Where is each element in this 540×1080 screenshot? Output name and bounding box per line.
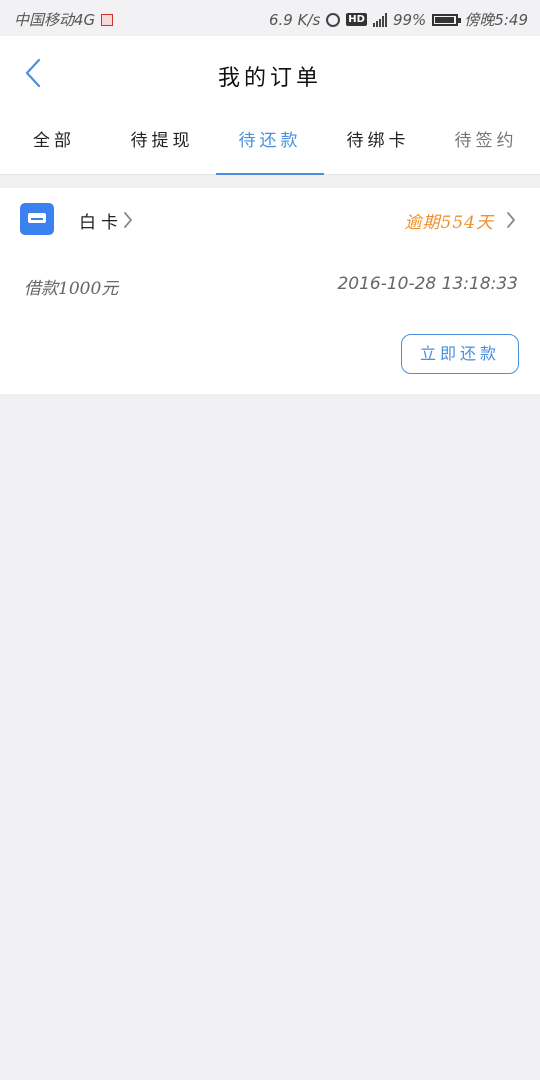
hd-badge: HD bbox=[346, 13, 367, 26]
clock: 傍晚5:49 bbox=[464, 11, 528, 29]
carrier-label: 中国移动4G bbox=[14, 11, 96, 29]
alarm-icon bbox=[326, 12, 341, 27]
order-datetime: 2016-10-28 13:18:33 bbox=[337, 274, 518, 294]
status-bar: 中国移动4G 6.9 K/s HD 99% 傍晚5:49 bbox=[0, 0, 540, 36]
repay-now-button[interactable]: 立即还款 bbox=[401, 334, 519, 374]
signal-icon bbox=[372, 12, 387, 27]
tab-pending-sign[interactable]: 待签约 bbox=[432, 110, 540, 174]
battery-percent: 99% bbox=[392, 10, 427, 29]
chevron-right-icon bbox=[507, 212, 515, 228]
product-name: 白卡 bbox=[79, 213, 123, 233]
network-speed: 6.9 K/s bbox=[268, 10, 321, 29]
tab-pending-withdraw[interactable]: 待提现 bbox=[108, 110, 216, 174]
credit-card-icon bbox=[20, 203, 54, 235]
order-card[interactable]: 白卡 逾期554天 借款1000元 2016-10-28 13:18:33 立即… bbox=[0, 188, 540, 394]
tab-pending-repay[interactable]: 待还款 bbox=[216, 110, 324, 175]
app-header: 我的订单 bbox=[0, 36, 540, 110]
chevron-right-icon bbox=[124, 212, 132, 228]
sms-notification-icon bbox=[101, 13, 114, 26]
order-status-tabs: 全部 待提现 待还款 待绑卡 待签约 bbox=[0, 110, 540, 175]
page-title: 我的订单 bbox=[217, 66, 322, 91]
tab-pending-bind-card[interactable]: 待绑卡 bbox=[324, 110, 432, 174]
tab-all[interactable]: 全部 bbox=[0, 110, 108, 174]
overdue-status: 逾期554天 bbox=[404, 213, 494, 233]
battery-icon bbox=[432, 13, 462, 26]
loan-amount: 借款1000元 bbox=[24, 279, 119, 299]
